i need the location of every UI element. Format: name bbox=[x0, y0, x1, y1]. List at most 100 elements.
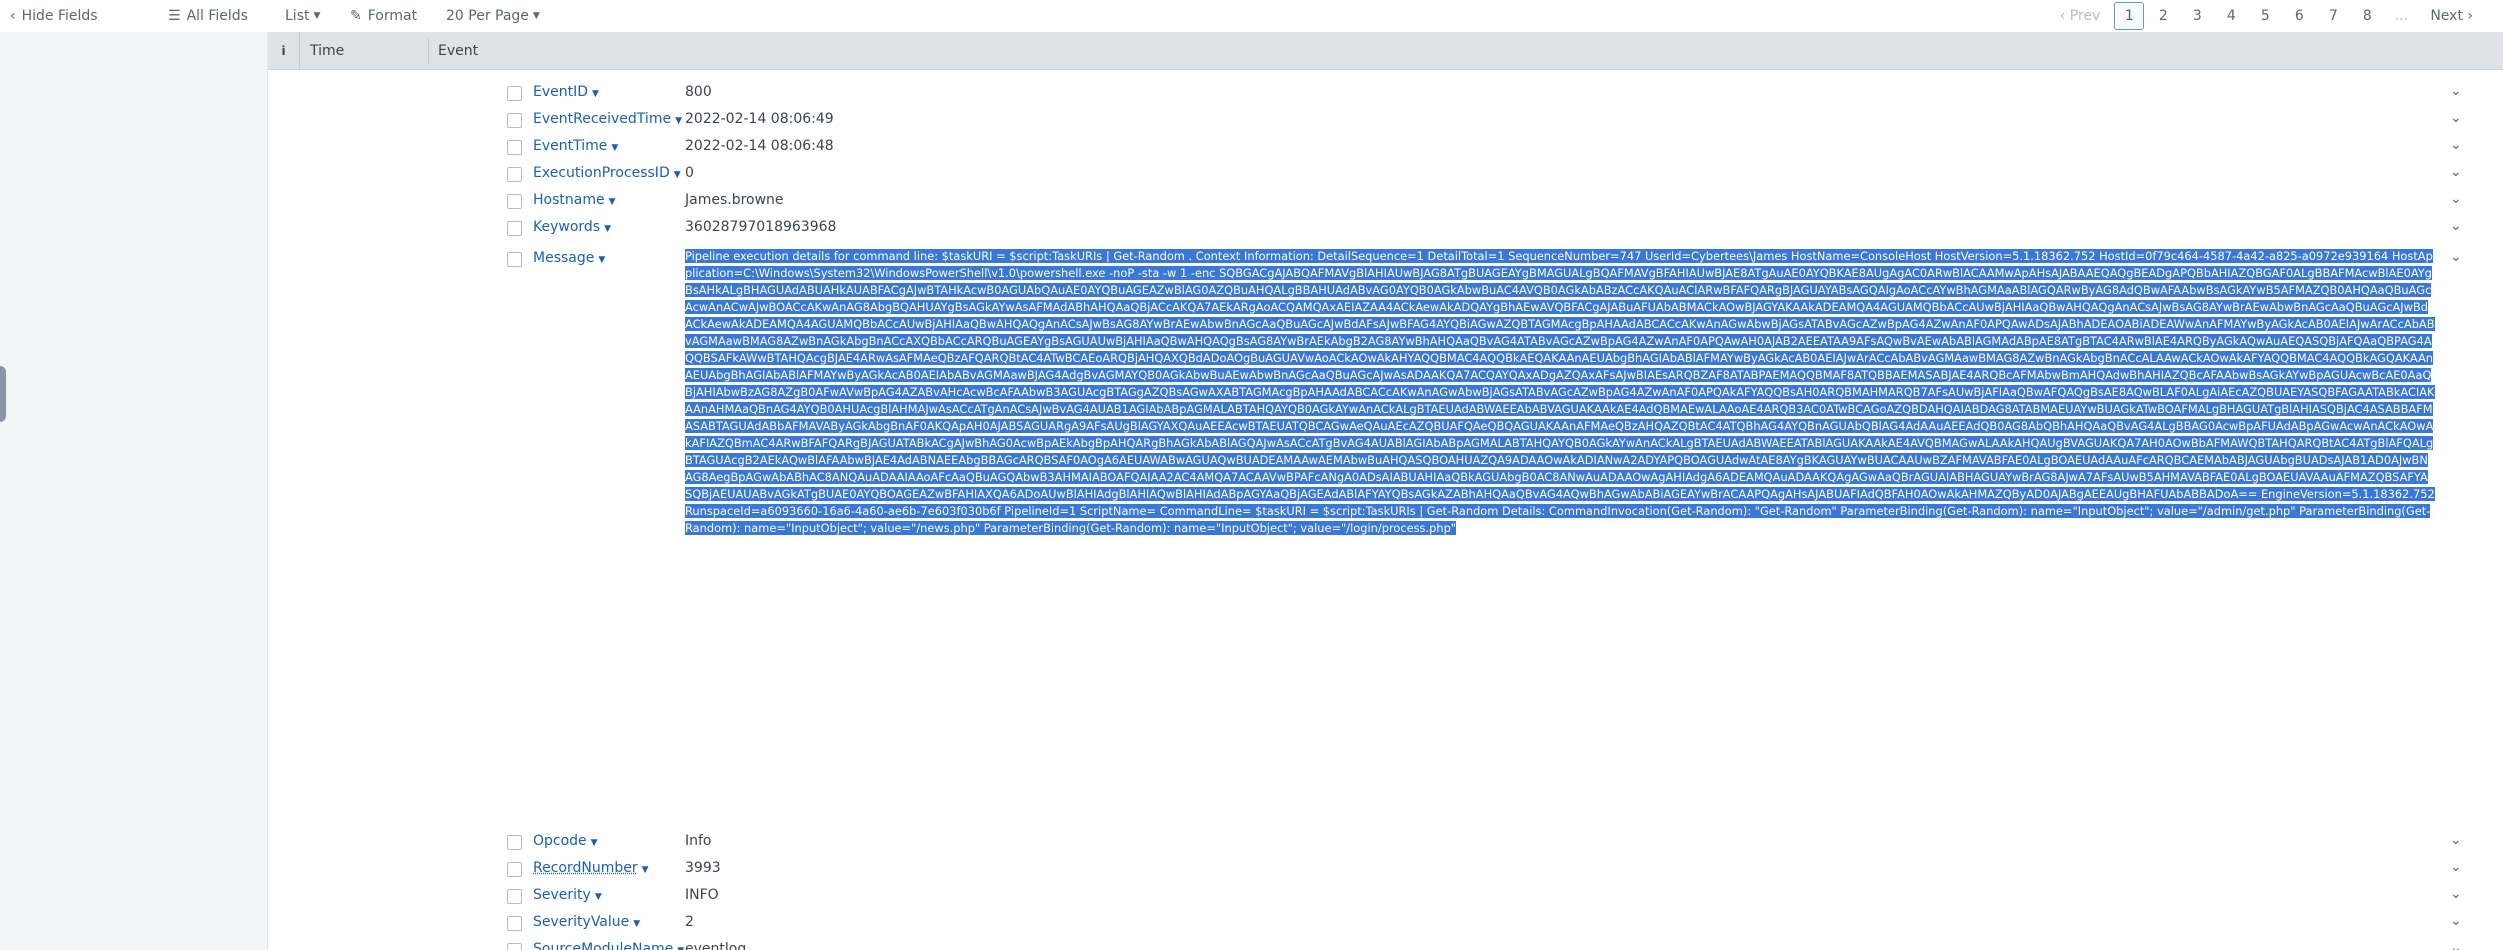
chevron-down-icon[interactable]: ⌄ bbox=[2450, 218, 2462, 234]
field-value[interactable]: INFO bbox=[685, 887, 719, 903]
chevron-down-icon[interactable]: ⌄ bbox=[2450, 164, 2462, 180]
chevron-down-icon[interactable]: ⌄ bbox=[2450, 859, 2462, 875]
field-value[interactable]: 800 bbox=[685, 84, 712, 100]
hide-fields-button[interactable]: ‹ Hide Fields bbox=[10, 0, 98, 32]
caret-down-icon: ▼ bbox=[592, 89, 599, 99]
field-row-message: Message ▼ Pipeline execution details for … bbox=[268, 246, 2503, 826]
field-name-link[interactable]: EventID ▼ bbox=[533, 84, 599, 100]
field-checkbox[interactable] bbox=[507, 113, 522, 128]
caret-down-icon: ▼ bbox=[611, 143, 619, 153]
page-7-button[interactable]: 7 bbox=[2318, 2, 2348, 30]
field-value[interactable]: 2022-02-14 08:06:49 bbox=[685, 111, 834, 127]
caret-down-icon: ▼ bbox=[313, 11, 321, 21]
sidebar-resize-handle[interactable] bbox=[0, 366, 6, 422]
pagination: ‹ Prev 1 2 3 4 5 6 7 8 ... Next › bbox=[2050, 0, 2483, 32]
field-name-link[interactable]: Severity ▼ bbox=[533, 887, 602, 903]
field-checkbox[interactable] bbox=[507, 221, 522, 236]
pager-ellipsis: ... bbox=[2394, 8, 2408, 24]
field-checkbox[interactable] bbox=[507, 862, 522, 877]
field-value[interactable]: 2 bbox=[685, 914, 694, 930]
column-divider bbox=[428, 38, 429, 64]
format-button[interactable]: ✎ Format bbox=[350, 0, 417, 32]
list-view-dropdown[interactable]: List ▼ bbox=[285, 0, 320, 32]
field-row-executionprocessid: ExecutionProcessID ▼ 0 ⌄ bbox=[268, 161, 2503, 188]
field-row-eventid: EventID ▼ 800 ⌄ bbox=[268, 80, 2503, 107]
all-fields-button[interactable]: ☰ All Fields bbox=[168, 0, 248, 32]
field-name-link[interactable]: Keywords ▼ bbox=[533, 219, 611, 235]
chevron-down-icon[interactable]: ⌄ bbox=[2450, 832, 2462, 848]
field-name-link[interactable]: Hostname ▼ bbox=[533, 192, 616, 208]
field-value[interactable]: 3993 bbox=[685, 860, 721, 876]
chevron-down-icon[interactable]: ⌄ bbox=[2450, 110, 2462, 126]
field-name-link[interactable]: Message ▼ bbox=[533, 250, 605, 266]
fields-sidebar bbox=[0, 32, 268, 950]
field-value[interactable]: Info bbox=[685, 833, 712, 849]
time-column-header[interactable]: Time bbox=[310, 32, 430, 70]
chevron-left-icon: ‹ bbox=[2059, 8, 2070, 24]
chevron-down-icon[interactable]: ⌄ bbox=[2450, 249, 2462, 265]
chevron-down-icon[interactable]: ⌄ bbox=[2450, 137, 2462, 153]
field-name-link[interactable]: ExecutionProcessID ▼ bbox=[533, 165, 681, 181]
list-icon: ☰ bbox=[168, 8, 181, 24]
page-5-button[interactable]: 5 bbox=[2250, 2, 2280, 30]
chevron-down-icon[interactable]: ⌄ bbox=[2450, 913, 2462, 929]
field-row-hostname: Hostname ▼ James.browne ⌄ bbox=[268, 188, 2503, 215]
chevron-down-icon[interactable]: ⌄ bbox=[2450, 886, 2462, 902]
chevron-right-icon: › bbox=[2462, 8, 2473, 24]
page-3-button[interactable]: 3 bbox=[2182, 2, 2212, 30]
field-checkbox[interactable] bbox=[507, 943, 522, 950]
field-row-severity: Severity ▼ INFO ⌄ bbox=[268, 883, 2503, 910]
field-value[interactable]: 2022-02-14 08:06:48 bbox=[685, 138, 834, 154]
field-value[interactable]: eventlog bbox=[685, 941, 746, 950]
caret-down-icon: ▼ bbox=[594, 892, 602, 902]
field-name-link[interactable]: EventReceivedTime ▼ bbox=[533, 111, 682, 127]
field-name-link[interactable]: SeverityValue ▼ bbox=[533, 914, 640, 930]
field-value[interactable]: 0 bbox=[685, 165, 694, 181]
field-checkbox[interactable] bbox=[507, 194, 522, 209]
event-details: EventID ▼ 800 ⌄ EventReceivedTime ▼ 2022-0… bbox=[268, 70, 2503, 950]
caret-down-icon: ▼ bbox=[677, 946, 684, 950]
field-row-keywords: Keywords ▼ 36028797018963968 ⌄ bbox=[268, 215, 2503, 242]
caret-down-icon: ▼ bbox=[532, 11, 540, 21]
field-name-link[interactable]: RecordNumber ▼ bbox=[533, 860, 649, 876]
per-page-dropdown[interactable]: 20 Per Page ▼ bbox=[446, 0, 540, 32]
next-page-button[interactable]: Next › bbox=[2420, 2, 2483, 30]
page-1-button[interactable]: 1 bbox=[2114, 2, 2145, 30]
field-checkbox[interactable] bbox=[507, 167, 522, 182]
chevron-down-icon[interactable]: ⌄ bbox=[2450, 191, 2462, 207]
field-checkbox[interactable] bbox=[507, 252, 522, 267]
caret-down-icon: ▼ bbox=[673, 170, 681, 180]
chevron-down-icon[interactable]: ⌄ bbox=[2450, 940, 2462, 950]
field-name-link[interactable]: EventTime ▼ bbox=[533, 138, 618, 154]
chevron-down-icon[interactable]: ⌄ bbox=[2450, 83, 2462, 99]
field-row-eventtime: EventTime ▼ 2022-02-14 08:06:48 ⌄ bbox=[268, 134, 2503, 161]
caret-down-icon: ▼ bbox=[604, 224, 612, 234]
event-column-header[interactable]: Event bbox=[438, 32, 478, 70]
caret-down-icon: ▼ bbox=[608, 197, 616, 207]
field-value[interactable]: 36028797018963968 bbox=[685, 219, 836, 235]
results-toolbar: ‹ Hide Fields ☰ All Fields List ▼ ✎ Form… bbox=[0, 0, 2503, 32]
page-6-button[interactable]: 6 bbox=[2284, 2, 2314, 30]
chevron-left-icon: ‹ bbox=[10, 8, 16, 24]
caret-down-icon: ▼ bbox=[633, 919, 641, 929]
page-2-button[interactable]: 2 bbox=[2148, 2, 2178, 30]
field-row-opcode: Opcode ▼ Info ⌄ bbox=[268, 829, 2503, 856]
field-checkbox[interactable] bbox=[507, 835, 522, 850]
field-name-link[interactable]: SourceModuleName▼ bbox=[533, 941, 684, 950]
prev-page-button[interactable]: ‹ Prev bbox=[2050, 2, 2111, 30]
field-checkbox[interactable] bbox=[507, 916, 522, 931]
field-value[interactable]: James.browne bbox=[685, 192, 784, 208]
caret-down-icon: ▼ bbox=[598, 255, 606, 265]
field-row-recordnumber: RecordNumber ▼ 3993 ⌄ bbox=[268, 856, 2503, 883]
page-8-button[interactable]: 8 bbox=[2352, 2, 2382, 30]
field-checkbox[interactable] bbox=[507, 889, 522, 904]
message-value[interactable]: Pipeline execution details for command l… bbox=[685, 248, 2435, 824]
field-checkbox[interactable] bbox=[507, 86, 522, 101]
field-checkbox[interactable] bbox=[507, 140, 522, 155]
page-4-button[interactable]: 4 bbox=[2216, 2, 2246, 30]
field-row-sourcemodulename: SourceModuleName▼ eventlog ⌄ bbox=[268, 937, 2503, 950]
field-row-eventreceivedtime: EventReceivedTime ▼ 2022-02-14 08:06:49 ⌄ bbox=[268, 107, 2503, 134]
field-row-severityvalue: SeverityValue ▼ 2 ⌄ bbox=[268, 910, 2503, 937]
field-name-link[interactable]: Opcode ▼ bbox=[533, 833, 598, 849]
results-table-header: i Time Event bbox=[268, 32, 2503, 70]
